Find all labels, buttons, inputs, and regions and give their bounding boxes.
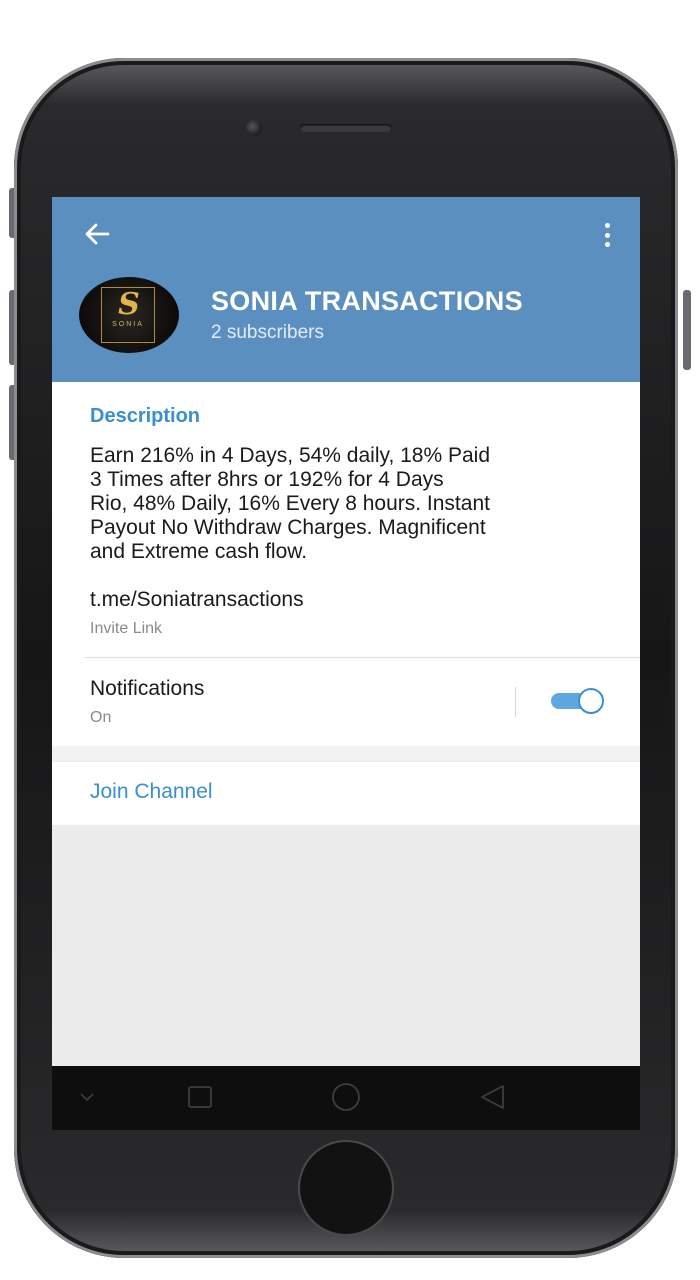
phone-mockup: S SONIA SONIA TRANSACTIONS 2 subscribers… — [0, 0, 700, 1280]
description-line: Earn 216% in 4 Days, 54% daily, 18% Paid — [90, 444, 491, 467]
nav-recent-apps-button[interactable] — [185, 1084, 215, 1112]
invite-link[interactable]: t.me/Soniatransactions — [90, 588, 304, 612]
invite-link-caption: Invite Link — [90, 620, 163, 637]
description-text: Earn 216% in 4 Days, 54% daily, 18% Paid… — [90, 444, 610, 564]
recent-apps-icon — [188, 1086, 212, 1108]
description-line: Payout No Withdraw Charges. Magnificent — [90, 516, 486, 539]
chevron-down-icon — [80, 1093, 94, 1102]
back-button[interactable] — [80, 219, 114, 253]
android-nav-bar — [52, 1066, 640, 1130]
channel-title: SONIA TRANSACTIONS — [211, 286, 523, 316]
physical-home-button[interactable] — [298, 1140, 394, 1236]
more-vertical-icon-dot — [604, 232, 610, 238]
description-line: and Extreme cash flow. — [90, 540, 308, 563]
avatar-monogram: S — [118, 287, 140, 322]
channel-info-card: Description Earn 216% in 4 Days, 54% dai… — [52, 382, 640, 746]
avatar-logo-text: SONIA — [112, 321, 144, 328]
earpiece-speaker — [300, 124, 392, 132]
subscriber-count: 2 subscribers — [211, 322, 324, 343]
notifications-label[interactable]: Notifications — [90, 677, 204, 701]
description-line: 3 Times after 8hrs or 192% for 4 Days — [90, 468, 444, 491]
join-channel-label: Join Channel — [90, 780, 213, 803]
channel-avatar[interactable]: S SONIA — [79, 277, 179, 353]
notifications-toggle[interactable] — [549, 688, 605, 714]
more-vertical-icon — [604, 223, 610, 228]
vertical-separator — [515, 687, 516, 717]
home-icon — [332, 1083, 360, 1111]
more-vertical-icon-dot — [604, 242, 610, 247]
nav-chevron-button[interactable] — [72, 1082, 102, 1112]
description-label: Description — [90, 405, 201, 427]
app-screen: S SONIA SONIA TRANSACTIONS 2 subscribers… — [52, 197, 640, 1127]
more-options-button[interactable] — [600, 221, 614, 249]
nav-back-button[interactable] — [478, 1082, 508, 1112]
channel-header: S SONIA SONIA TRANSACTIONS 2 subscribers — [52, 197, 640, 382]
nav-home-button[interactable] — [330, 1082, 362, 1114]
back-triangle-icon — [481, 1085, 504, 1109]
divider — [84, 657, 640, 658]
front-camera — [246, 120, 262, 136]
section-gap — [52, 746, 640, 761]
join-channel-button[interactable]: Join Channel — [52, 762, 640, 825]
arrow-left-icon — [85, 223, 110, 245]
description-line: Rio, 48% Daily, 16% Every 8 hours. Insta… — [90, 492, 490, 515]
power-button — [683, 290, 691, 370]
notifications-state: On — [90, 709, 112, 726]
toggle-knob — [578, 688, 604, 714]
